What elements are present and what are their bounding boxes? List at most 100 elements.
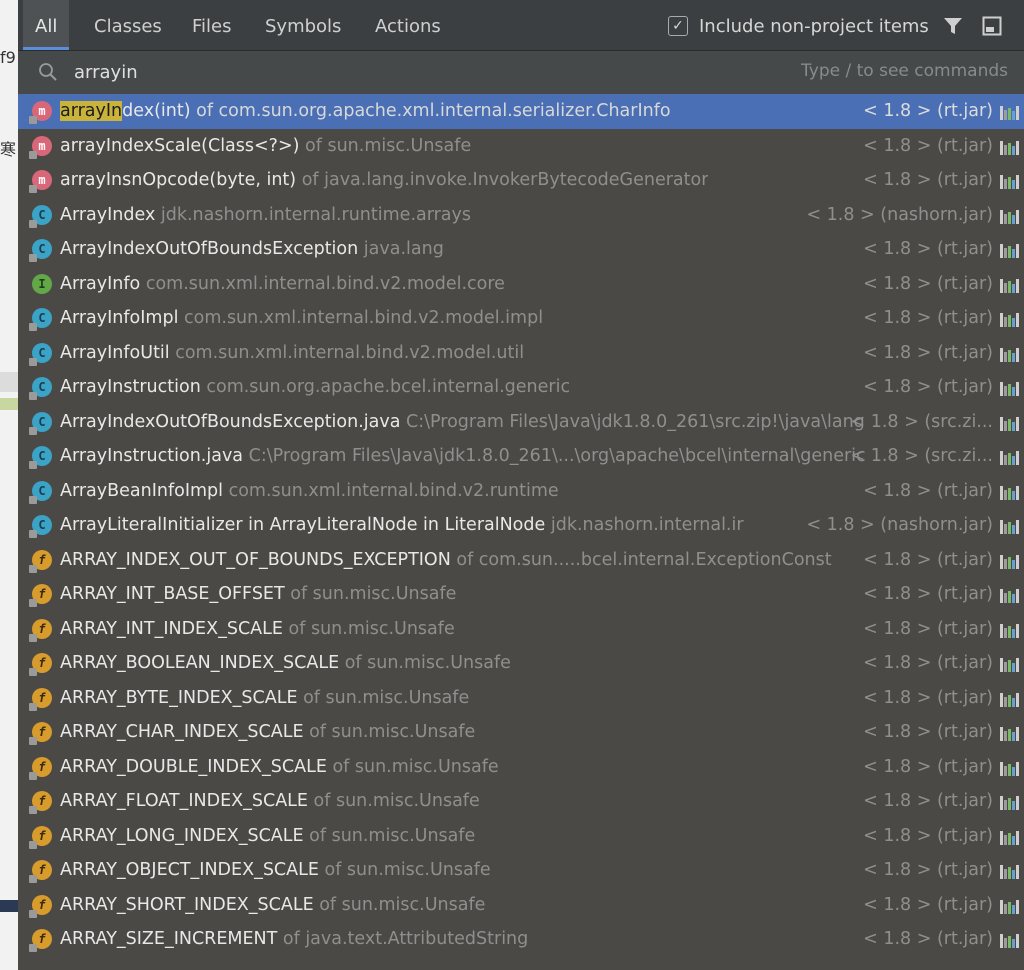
result-row[interactable]: m arrayInsnOpcode(byte, int) of java.lang…	[18, 163, 1024, 198]
result-text: ArrayInstruction.java C:\Program Files\J…	[60, 439, 866, 474]
result-context: of sun.misc.Unsafe	[303, 722, 476, 742]
lock-icon	[29, 771, 37, 780]
lock-icon	[29, 944, 37, 952]
result-context: of java.lang.invoke.InvokerBytecodeGener…	[296, 170, 709, 190]
result-context: of sun.misc.Unsafe	[284, 584, 457, 604]
result-library: < 1.8 > (rt.jar)	[863, 135, 993, 156]
field-icon: f	[29, 549, 52, 573]
result-row[interactable]: f ARRAY_OBJECT_INDEX_SCALE of sun.misc.Un…	[18, 853, 1024, 888]
field-icon: f	[29, 894, 52, 918]
result-library: < 1.8 > (rt.jar)	[863, 929, 993, 949]
result-library: < 1.8 > (rt.jar)	[863, 860, 993, 880]
result-row[interactable]: C ArrayIndexOutOfBoundsException.java C:\…	[18, 405, 1024, 440]
result-row[interactable]: C ArrayInstruction.java C:\Program Files\…	[18, 439, 1024, 474]
library-icon	[1000, 932, 1020, 948]
result-row[interactable]: f ARRAY_INT_BASE_OFFSET of sun.misc.Unsaf…	[18, 577, 1024, 612]
result-name: ArrayBeanInfoImpl	[60, 480, 224, 501]
result-text: ArrayInstruction com.sun.org.apache.bcel…	[60, 370, 570, 405]
lock-icon	[29, 633, 37, 642]
background-text-fragment: f9	[0, 48, 16, 67]
result-library: < 1.8 > (rt.jar)	[863, 170, 993, 190]
tab-files[interactable]: Files	[180, 0, 244, 50]
class-icon: C	[29, 204, 52, 228]
result-library: < 1.8 > (rt.jar)	[863, 480, 993, 501]
result-row[interactable]: C ArrayInstruction com.sun.org.apache.bce…	[18, 370, 1024, 405]
class-icon: C	[29, 342, 52, 366]
field-icon: f	[29, 722, 52, 745]
result-text: ArrayIndexOutOfBoundsException java.lang	[60, 232, 444, 267]
result-library: < 1.8 > (rt.jar)	[863, 791, 993, 811]
lock-icon	[29, 668, 37, 676]
library-icon	[1000, 208, 1020, 224]
filter-icon[interactable]	[942, 15, 964, 37]
tab-all[interactable]: All	[23, 0, 70, 50]
search-icon	[39, 63, 57, 81]
result-text: ArrayInfo com.sun.xml.internal.bind.v2.m…	[60, 267, 505, 302]
result-row[interactable]: C ArrayLiteralInitializer in ArrayLiteral…	[18, 508, 1024, 543]
result-name: ArrayInfo	[60, 273, 141, 294]
result-text: ARRAY_INT_BASE_OFFSET of sun.misc.Unsafe	[60, 577, 456, 612]
result-name: arrayIndexScale(Class<?>)	[60, 135, 300, 156]
library-icon	[1000, 104, 1020, 120]
result-context: com.sun.xml.internal.bind.v2.model.impl	[178, 308, 544, 328]
result-row[interactable]: m arrayIndex(int) of com.sun.org.apache.x…	[18, 94, 1024, 129]
result-text: ARRAY_SHORT_INDEX_SCALE of sun.misc.Unsa…	[60, 888, 485, 923]
result-library: < 1.8 > (rt.jar)	[863, 653, 993, 673]
result-text: ARRAY_FLOAT_INDEX_SCALE of sun.misc.Unsa…	[60, 784, 480, 819]
result-row[interactable]: C ArrayBeanInfoImpl com.sun.xml.internal.…	[18, 474, 1024, 509]
result-row[interactable]: f ARRAY_FLOAT_INDEX_SCALE of sun.misc.Uns…	[18, 784, 1024, 819]
result-context: of sun.misc.Unsafe	[297, 687, 470, 708]
result-library: < 1.8 > (src.zi...	[850, 411, 993, 432]
library-icon	[1000, 449, 1020, 465]
result-row[interactable]: m arrayIndexScale(Class<?>) of sun.misc.U…	[18, 129, 1024, 164]
library-icon	[1000, 277, 1020, 293]
result-text: ArrayLiteralInitializer in ArrayLiteralN…	[60, 508, 744, 543]
result-row[interactable]: C ArrayInfoImpl com.sun.xml.internal.bind…	[18, 301, 1024, 336]
result-library: < 1.8 > (rt.jar)	[863, 101, 993, 121]
result-context: of sun.misc.Unsafe	[303, 825, 476, 846]
result-row[interactable]: f ARRAY_CHAR_INDEX_SCALE of sun.misc.Unsa…	[18, 715, 1024, 750]
lock-icon	[29, 219, 37, 228]
pin-window-icon[interactable]	[982, 16, 1002, 36]
result-row[interactable]: f ARRAY_BOOLEAN_INDEX_SCALE of sun.misc.U…	[18, 646, 1024, 681]
result-text: ARRAY_LONG_INDEX_SCALE of sun.misc.Unsaf…	[60, 819, 475, 854]
tab-symbols[interactable]: Symbols	[253, 0, 353, 50]
tab-classes[interactable]: Classes	[82, 0, 174, 50]
result-name: ArrayInfoUtil	[60, 342, 170, 363]
result-context: C:\Program Files\Java\jdk1.8.0_261\src.z…	[400, 411, 865, 432]
method-icon: m	[29, 101, 52, 124]
result-row[interactable]: f ARRAY_DOUBLE_INDEX_SCALE of sun.misc.Un…	[18, 750, 1024, 785]
lock-icon	[29, 564, 37, 573]
commands-hint: Type / to see commands	[801, 61, 1008, 81]
tab-actions[interactable]: Actions	[363, 0, 453, 50]
library-icon	[1000, 173, 1020, 189]
search-input[interactable]	[74, 57, 674, 87]
result-library: < 1.8 > (rt.jar)	[863, 722, 993, 742]
result-row[interactable]: f ARRAY_BYTE_INDEX_SCALE of sun.misc.Unsa…	[18, 681, 1024, 716]
result-row[interactable]: C ArrayInfoUtil com.sun.xml.internal.bind…	[18, 336, 1024, 371]
results-list: m arrayIndex(int) of com.sun.org.apache.x…	[18, 94, 1024, 957]
lock-icon	[29, 806, 37, 814]
library-icon	[1000, 725, 1020, 741]
result-context: of sun.misc.Unsafe	[282, 618, 455, 639]
result-row[interactable]: f ARRAY_LONG_INDEX_SCALE of sun.misc.Unsa…	[18, 819, 1024, 854]
result-text: ARRAY_DOUBLE_INDEX_SCALE of sun.misc.Uns…	[60, 750, 499, 785]
result-row[interactable]: f ARRAY_SIZE_INCREMENT of java.text.Attri…	[18, 922, 1024, 957]
library-icon	[1000, 380, 1020, 396]
lock-icon	[29, 840, 37, 849]
include-non-project-checkbox[interactable]: ✓	[668, 16, 688, 36]
result-row[interactable]: I ArrayInfo com.sun.xml.internal.bind.v2.…	[18, 267, 1024, 302]
library-icon	[1000, 518, 1020, 534]
result-text: ArrayInfoUtil com.sun.xml.internal.bind.…	[60, 336, 524, 371]
result-row[interactable]: f ARRAY_INT_INDEX_SCALE of sun.misc.Unsaf…	[18, 612, 1024, 647]
result-row[interactable]: C ArrayIndex jdk.nashorn.internal.runtime…	[18, 198, 1024, 233]
library-icon	[1000, 415, 1020, 431]
result-row[interactable]: C ArrayIndexOutOfBoundsException java.lan…	[18, 232, 1024, 267]
field-icon: f	[29, 687, 52, 711]
result-row[interactable]: f ARRAY_SHORT_INDEX_SCALE of sun.misc.Uns…	[18, 888, 1024, 923]
library-icon	[1000, 242, 1020, 258]
field-icon: f	[29, 929, 52, 952]
include-non-project-label[interactable]: Include non-project items	[699, 0, 929, 50]
result-text: ARRAY_INT_INDEX_SCALE of sun.misc.Unsafe	[60, 612, 455, 647]
result-row[interactable]: f ARRAY_INDEX_OUT_OF_BOUNDS_EXCEPTION of …	[18, 543, 1024, 578]
